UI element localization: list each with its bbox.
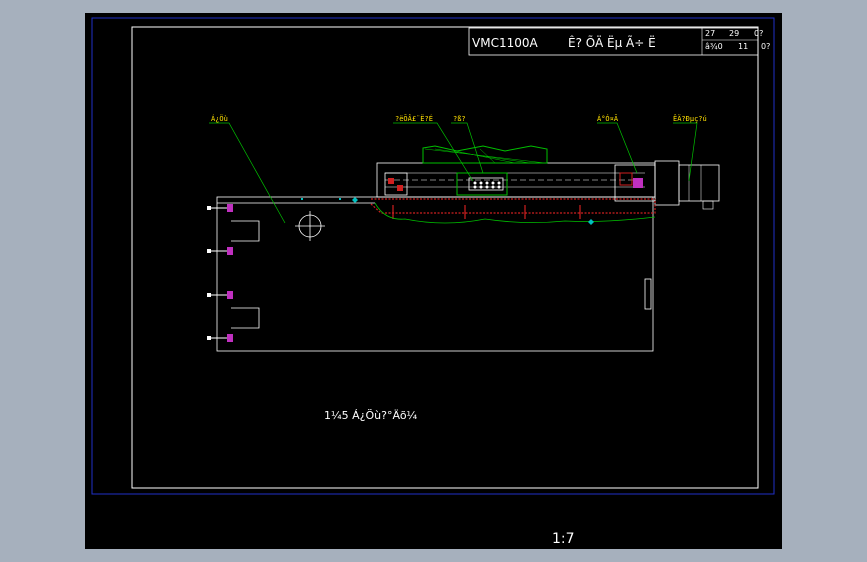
column-body — [216, 196, 654, 352]
bed-section — [370, 198, 656, 219]
title-row1-b: 29 — [729, 29, 739, 38]
drawing-canvas: VMC1100A Ê? ÕÄ Ëµ Ã÷ Ë 27 29 0? â¾0 11 0… — [91, 17, 775, 547]
callout-nut: ?ß? — [453, 115, 466, 123]
title-row1-a: 27 — [705, 29, 715, 38]
title-model: VMC1100A — [472, 36, 538, 50]
title-row2-a: â¾0 — [705, 42, 723, 51]
cad-viewport[interactable]: VMC1100A Ê? ÕÄ Ëµ Ã÷ Ë 27 29 0? â¾0 11 0… — [85, 13, 782, 549]
title-chars: Ê? ÕÄ Ëµ Ã÷ Ë — [568, 35, 656, 50]
sheet-border — [91, 17, 775, 495]
callout-column: Á¿Öù — [211, 114, 228, 123]
drawing-frame — [131, 26, 759, 489]
callout-bearing: Á°Ó¤Ã — [597, 114, 619, 123]
callout-screw-support: ?ëÕÂ£¨Ë?É — [395, 114, 433, 123]
left-bolts — [207, 204, 233, 342]
title-block: VMC1100A Ê? ÕÄ Ëµ Ã÷ Ë 27 29 0? â¾0 11 0… — [468, 27, 770, 56]
drawing-caption: 1¼5 Á¿Öù?°Äõ¼ — [324, 409, 418, 422]
title-row2-b: 11 — [738, 42, 748, 51]
scale-readout: 1:7 — [552, 531, 575, 547]
callout-motor: ÊÄ?Ðµç?ú — [673, 114, 707, 123]
title-row1-c: 0? — [754, 29, 763, 38]
small-marks — [301, 197, 594, 225]
title-row2-c: 0? — [761, 42, 770, 51]
